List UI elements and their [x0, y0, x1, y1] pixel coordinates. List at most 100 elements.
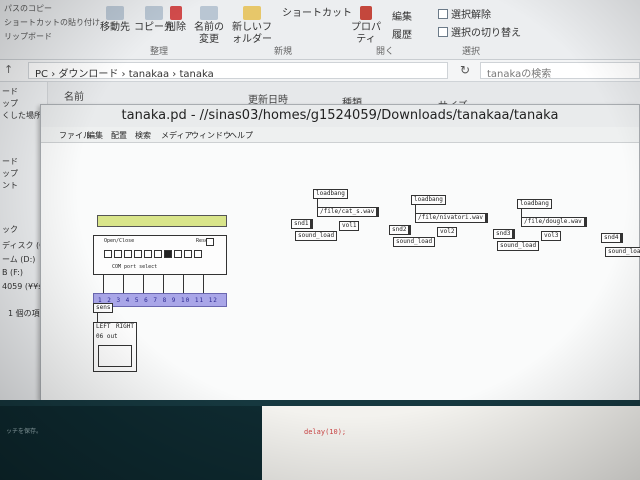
- column-name[interactable]: 名前: [64, 88, 84, 103]
- nav-item[interactable]: ード: [2, 86, 18, 97]
- hslider[interactable]: [97, 215, 227, 227]
- copy-icon: [145, 6, 163, 20]
- move-icon: [106, 6, 124, 20]
- nav-item[interactable]: くした場所: [2, 110, 42, 121]
- editor-console: ッチを保存。: [0, 406, 262, 480]
- editor-code-area[interactable]: delay(10);: [262, 406, 640, 480]
- rename-button[interactable]: 名前の変更: [192, 6, 226, 46]
- deselect-button[interactable]: 選択解除: [438, 6, 491, 21]
- serial-gui-panel: Open/Close Reset COM port select 1 2 3 4…: [93, 211, 231, 313]
- nav-item[interactable]: 4059 (¥¥si: [2, 282, 45, 291]
- move-to-button[interactable]: 移動先: [100, 6, 130, 34]
- refresh-icon[interactable]: ↻: [460, 63, 470, 77]
- new-folder-button[interactable]: 新しいフォルダー: [232, 6, 272, 46]
- file-message[interactable]: /file/nivatori.wav: [415, 213, 489, 223]
- folder-icon: [243, 6, 261, 20]
- nav-item[interactable]: ップ: [2, 168, 18, 179]
- wire: [123, 275, 124, 293]
- vol-object[interactable]: vol3: [541, 231, 562, 241]
- wire: [163, 275, 164, 293]
- wire: [203, 275, 204, 293]
- com-select-label: COM port select: [112, 264, 158, 270]
- vol-object[interactable]: vol1: [339, 221, 360, 231]
- ribbon: パスのコピー ショートカットの貼り付け リップボード 移動先 コピー先 削除 名…: [0, 0, 640, 60]
- pd-patch-window: tanaka.pd - //sinas03/homes/g1524059/Dow…: [40, 104, 640, 401]
- menu-window[interactable]: ウィンドウ: [191, 130, 231, 141]
- copy-path-button[interactable]: パスのコピー: [4, 2, 100, 16]
- menu-media[interactable]: メディア: [161, 130, 192, 141]
- loadbang-object[interactable]: loadbang: [517, 199, 552, 209]
- loadbang-object[interactable]: loadbang: [411, 195, 446, 205]
- nav-item[interactable]: ント: [2, 180, 18, 191]
- new-shortcut-button[interactable]: ショートカット: [282, 4, 352, 19]
- snd-message[interactable]: snd4: [601, 233, 624, 243]
- wire: [103, 275, 104, 293]
- toggle-3[interactable]: [124, 250, 132, 258]
- code-editor: ッチを保存。 delay(10);: [0, 400, 640, 480]
- menu-edit[interactable]: 編集: [87, 130, 103, 141]
- invert-selection-button[interactable]: 選択の切り替え: [438, 24, 521, 39]
- toggle-4[interactable]: [134, 250, 142, 258]
- up-arrow-icon[interactable]: ↑: [4, 63, 13, 76]
- toggle-6[interactable]: [154, 250, 162, 258]
- nav-item[interactable]: ック: [2, 224, 18, 235]
- delete-button[interactable]: 削除: [166, 6, 186, 34]
- sub-display: [98, 345, 132, 367]
- sound-load-object[interactable]: sound_load: [497, 241, 540, 251]
- paste-shortcut-button[interactable]: ショートカットの貼り付け: [4, 16, 100, 30]
- pd-window-title: tanaka.pd - //sinas03/homes/g1524059/Dow…: [41, 105, 639, 127]
- history-button[interactable]: 履歴: [392, 26, 412, 41]
- pd-menu-bar: ファイル 編集 配置 検索 メディア ウィンドウ ヘルプ: [41, 127, 639, 143]
- nav-item[interactable]: ディスク (C: [2, 240, 45, 251]
- open-group-label: 開く: [376, 47, 395, 57]
- sound-load-object[interactable]: sound_load: [393, 237, 436, 247]
- toggle-1[interactable]: [104, 250, 112, 258]
- organize-group-label: 整理: [150, 47, 169, 57]
- column-headers: 名前 更新日時 種類 サイズ: [48, 82, 640, 112]
- checkbox-icon: [438, 9, 448, 19]
- toggle-9[interactable]: [184, 250, 192, 258]
- nav-item[interactable]: B (F:): [2, 268, 23, 277]
- checkbox-icon: [438, 27, 448, 37]
- left-label: LEFT: [96, 323, 111, 330]
- serial-control-box: Open/Close Reset COM port select: [93, 235, 227, 275]
- sound-load-object[interactable]: sound_load: [295, 231, 338, 241]
- menu-help[interactable]: ヘルプ: [229, 130, 253, 141]
- status-label: 06 out: [96, 333, 118, 340]
- snd-message[interactable]: snd1: [291, 219, 314, 229]
- search-input[interactable]: tanakaの検索: [480, 62, 640, 80]
- loadbang-object[interactable]: loadbang: [313, 189, 348, 199]
- nav-item[interactable]: ーム (D:): [2, 254, 35, 265]
- file-message[interactable]: /file/dougle.wav: [521, 217, 587, 227]
- toggle-2[interactable]: [114, 250, 122, 258]
- toggle-8[interactable]: [174, 250, 182, 258]
- address-path[interactable]: PC › ダウンロード › tanakaa › tanaka: [28, 62, 448, 80]
- sens-subpatch: sens LEFT RIGHT 06 out: [93, 303, 137, 373]
- pd-canvas[interactable]: Open/Close Reset COM port select 1 2 3 4…: [41, 143, 640, 401]
- clipboard-group: パスのコピー ショートカットの貼り付け リップボード: [4, 2, 100, 44]
- edit-button[interactable]: 編集: [392, 8, 412, 23]
- menu-find[interactable]: 検索: [135, 130, 151, 141]
- nav-item[interactable]: ード: [2, 156, 18, 167]
- new-group-label: 新規: [274, 47, 293, 57]
- toggle-7[interactable]: [164, 250, 172, 258]
- reset-bang[interactable]: [206, 238, 214, 246]
- vol-object[interactable]: vol2: [437, 227, 458, 237]
- toggle-5[interactable]: [144, 250, 152, 258]
- address-bar-row: ↑ PC › ダウンロード › tanakaa › tanaka ↻ tanak…: [0, 60, 640, 82]
- snd-message[interactable]: snd2: [389, 225, 412, 235]
- wire: [143, 275, 144, 293]
- file-message[interactable]: /file/cat_s.wav: [317, 207, 380, 217]
- rename-icon: [200, 6, 218, 20]
- right-label: RIGHT: [115, 323, 134, 330]
- menu-put[interactable]: 配置: [111, 130, 127, 141]
- properties-check-icon: [360, 6, 372, 20]
- wire: [183, 275, 184, 293]
- delete-icon: [170, 6, 182, 20]
- snd-message[interactable]: snd3: [493, 229, 516, 239]
- toggle-10[interactable]: [194, 250, 202, 258]
- sound-load-object[interactable]: sound_load: [605, 247, 640, 257]
- properties-button[interactable]: プロパティ: [348, 6, 384, 46]
- nav-item[interactable]: ップ: [2, 98, 18, 109]
- sens-gop-box[interactable]: LEFT RIGHT 06 out: [93, 322, 137, 372]
